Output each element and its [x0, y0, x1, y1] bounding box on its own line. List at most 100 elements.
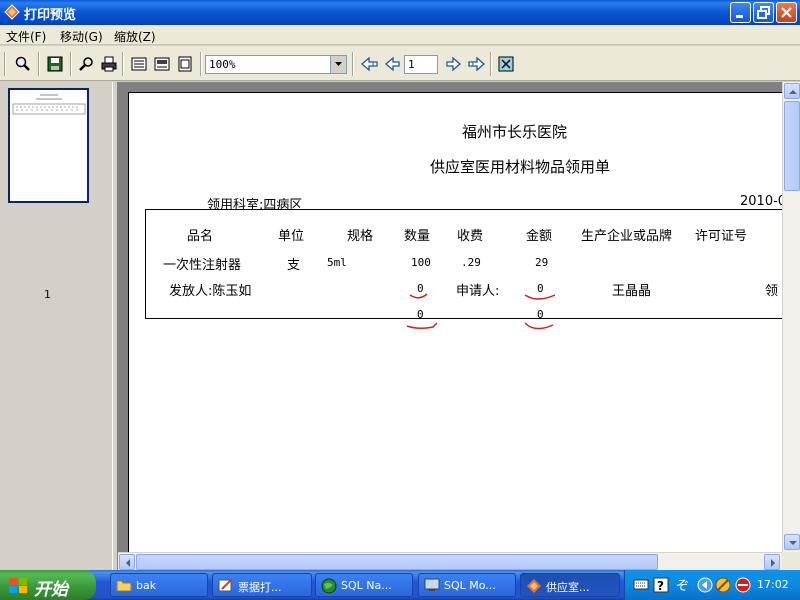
applicant-label: 申请人:	[456, 284, 500, 299]
page-width-button[interactable]	[128, 53, 150, 75]
scrollbar-corner	[782, 552, 800, 570]
col-header-unit: 单位	[278, 229, 305, 244]
find-button[interactable]	[76, 53, 98, 75]
restore-button[interactable]	[753, 2, 774, 23]
page-thumbnail[interactable]	[8, 88, 89, 203]
scroll-down-button[interactable]	[784, 534, 800, 550]
task-label: SQL Na...	[341, 579, 392, 592]
start-label: 开始	[34, 580, 68, 600]
prev-page-button[interactable]	[382, 53, 404, 75]
app-diamond-icon	[527, 579, 541, 593]
restore-icon	[757, 6, 770, 19]
scroll-right-button[interactable]	[764, 554, 780, 570]
arrow-up-icon	[789, 90, 797, 94]
arrow-right-icon	[446, 56, 461, 72]
thumbnail-pane: 1	[0, 82, 112, 570]
close-preview-icon	[498, 56, 514, 72]
task-supply-room[interactable]: 供应室...	[520, 573, 620, 597]
task-sql-navigator[interactable]: SQL Na...	[315, 573, 413, 597]
toolbar-divider	[490, 52, 492, 76]
page-setup-button[interactable]	[151, 53, 173, 75]
arrow-left-icon	[385, 56, 400, 72]
toolbar	[0, 46, 800, 81]
col-header-fee: 收费	[457, 229, 484, 244]
page-setup-icon	[154, 57, 170, 71]
first-page-button[interactable]	[358, 53, 380, 75]
thumbnail-preview-icon	[12, 94, 86, 115]
page-number-input[interactable]: 1	[404, 55, 438, 74]
arrow-down-icon	[789, 541, 797, 545]
scroll-up-button[interactable]	[784, 83, 800, 99]
menu-file[interactable]: 文件(F)	[6, 28, 46, 45]
last-page-button[interactable]	[464, 53, 486, 75]
truncated-label: 领	[765, 284, 779, 299]
whole-page-icon	[178, 56, 192, 72]
folder-icon	[116, 580, 132, 592]
windows-logo-icon	[9, 578, 27, 593]
vertical-scrollbar[interactable]	[782, 82, 800, 552]
toolbar-divider	[200, 52, 202, 76]
task-bak[interactable]: bak	[110, 573, 208, 597]
page-width-icon	[131, 57, 147, 71]
tray-expand-icon[interactable]	[697, 577, 713, 593]
cell-spec: 5ml	[327, 256, 347, 269]
hospital-name: 福州市长乐医院	[462, 123, 568, 141]
task-sql-monitor[interactable]: SQL Mo...	[418, 573, 516, 597]
next-page-button[interactable]	[442, 53, 464, 75]
stop-icon[interactable]	[735, 577, 751, 593]
minimize-button[interactable]	[730, 2, 751, 23]
start-button[interactable]: 开始	[0, 570, 96, 600]
menu-move[interactable]: 移动(G)	[60, 28, 103, 45]
thumbnail-label: 1	[44, 288, 51, 301]
cell-fee: .29	[461, 256, 481, 269]
find-icon	[79, 57, 93, 71]
menu-bar: 文件(F) 移动(G) 缩放(Z)	[0, 25, 800, 45]
col-header-amount: 金额	[526, 229, 553, 244]
col-header-maker: 生产企业或品牌	[581, 229, 673, 244]
input-method-icon[interactable]: ぞ	[673, 577, 689, 593]
task-label: 供应室...	[546, 581, 590, 594]
task-label: SQL Mo...	[444, 579, 496, 592]
keyboard-icon[interactable]	[633, 577, 649, 591]
print-button[interactable]	[98, 53, 120, 75]
cell-item-name: 一次性注射器	[163, 258, 242, 273]
whole-page-button[interactable]	[174, 53, 196, 75]
zoom-select[interactable]: 100%	[205, 55, 347, 74]
magnify-button[interactable]	[12, 53, 34, 75]
monitor-icon	[424, 578, 440, 591]
toolbar-divider	[4, 52, 6, 76]
network-icon[interactable]	[715, 577, 731, 593]
chevron-down-icon[interactable]	[330, 56, 346, 73]
toolbar-divider	[70, 52, 72, 76]
save-button[interactable]	[44, 53, 66, 75]
svg-text:ぞ: ぞ	[676, 579, 689, 593]
vertical-scroll-thumb[interactable]	[784, 101, 800, 191]
red-annotation-mark	[524, 294, 556, 330]
horizontal-scrollbar[interactable]	[118, 552, 782, 570]
zoom-value: 100%	[209, 58, 236, 71]
toolbar-divider	[352, 52, 354, 76]
close-button[interactable]	[776, 2, 797, 23]
arrow-left-icon	[126, 559, 130, 567]
col-header-name: 品名	[187, 229, 214, 244]
col-header-spec: 规格	[347, 229, 374, 244]
title-bar: 打印预览	[0, 0, 800, 25]
menu-zoom[interactable]: 缩放(Z)	[114, 28, 156, 45]
system-tray: ? ぞ 17:02	[624, 570, 800, 600]
taskbar: 开始 bak 票据打... SQL Na... SQL Mo... 供应室...…	[0, 570, 800, 600]
floppy-save-icon	[47, 56, 63, 72]
printer-icon	[101, 56, 117, 72]
issuer-label: 发放人:陈玉如	[169, 284, 252, 299]
exit-preview-button[interactable]	[495, 53, 517, 75]
horizontal-scroll-thumb[interactable]	[136, 554, 658, 570]
double-arrow-left-icon	[361, 56, 378, 72]
cell-unit: 支	[287, 258, 301, 273]
arrow-right-icon	[771, 559, 775, 567]
scroll-left-button[interactable]	[119, 554, 135, 570]
print-page: 福州市长乐医院 供应室医用材料物品领用单 领用科室:四病区 2010-05 品名…	[128, 92, 800, 552]
help-icon[interactable]: ?	[653, 577, 669, 593]
close-icon	[781, 7, 792, 18]
applicant-name: 王晶晶	[612, 284, 652, 299]
red-annotation-mark	[406, 293, 438, 330]
task-ticket-print[interactable]: 票据打...	[212, 573, 312, 597]
